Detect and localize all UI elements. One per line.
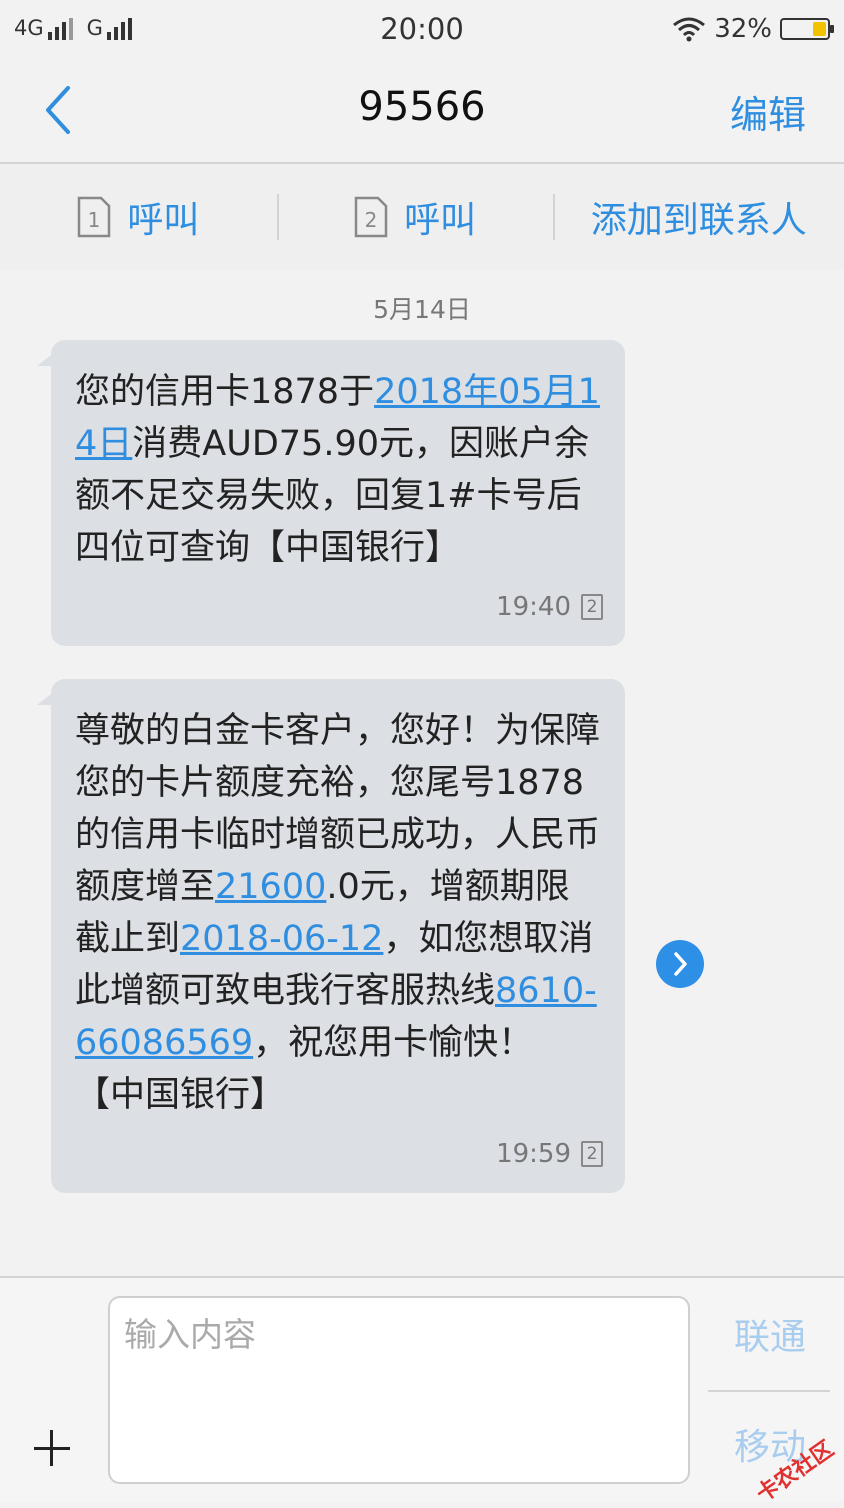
message-meta: 19:59 2 bbox=[75, 1139, 603, 1169]
message-bubble[interactable]: 您的信用卡1878于2018年05月14日消费AUD75.90元，因账户余额不足… bbox=[37, 340, 625, 646]
edit-button[interactable]: 编辑 bbox=[730, 84, 806, 139]
call-sim1-button[interactable]: 1 呼叫 bbox=[0, 164, 277, 270]
message-time: 19:40 bbox=[496, 592, 571, 622]
sim-card-icon: 2 bbox=[581, 594, 603, 620]
message-input[interactable]: 输入内容 bbox=[108, 1296, 690, 1484]
status-right: 32% bbox=[672, 14, 834, 44]
message-text: 您的信用卡1878于2018年05月14日消费AUD75.90元，因账户余额不足… bbox=[75, 372, 600, 568]
input-placeholder: 输入内容 bbox=[124, 1315, 256, 1354]
sim-card-icon: 2 bbox=[354, 196, 388, 238]
send-sim1-button[interactable]: 联通 bbox=[734, 1308, 806, 1360]
status-bar: 4G G 20:00 32% bbox=[0, 0, 844, 60]
message-time: 19:59 bbox=[496, 1139, 571, 1169]
wifi-icon bbox=[673, 17, 706, 42]
sim-card-icon: 1 bbox=[78, 196, 111, 238]
svg-text:1: 1 bbox=[88, 208, 101, 232]
date-link[interactable]: 2018-06-12 bbox=[180, 919, 383, 959]
title-bar: 95566 编辑 bbox=[0, 60, 844, 164]
chevron-right-icon bbox=[674, 952, 687, 976]
composer: 输入内容 联通 移动 卡农社区 bbox=[0, 1276, 844, 1508]
call-sim2-button[interactable]: 2 呼叫 bbox=[276, 164, 554, 270]
forward-button[interactable] bbox=[656, 940, 704, 988]
battery-percent: 32% bbox=[714, 14, 772, 44]
page-title: 95566 bbox=[358, 84, 486, 130]
add-contact-label: 添加到联系人 bbox=[590, 200, 807, 241]
date-separator: 5月14日 bbox=[373, 295, 471, 324]
divider bbox=[708, 1390, 830, 1392]
call-label: 呼叫 bbox=[127, 200, 200, 241]
call-label: 呼叫 bbox=[404, 200, 477, 241]
add-contact-button[interactable]: 添加到联系人 bbox=[553, 164, 844, 270]
amount-link[interactable]: 21600 bbox=[215, 867, 326, 907]
message-bubble[interactable]: 尊敬的白金卡客户，您好！为保障您的卡片额度充裕，您尾号1878的信用卡临时增额已… bbox=[37, 679, 625, 1193]
action-row: 1 呼叫 2 呼叫 添加到联系人 bbox=[0, 164, 844, 270]
plus-icon[interactable] bbox=[34, 1428, 74, 1468]
sim-card-icon: 2 bbox=[581, 1141, 603, 1167]
message-meta: 19:40 2 bbox=[75, 592, 603, 622]
battery-icon bbox=[780, 18, 834, 40]
message-text: 尊敬的白金卡客户，您好！为保障您的卡片额度充裕，您尾号1878的信用卡临时增额已… bbox=[75, 711, 601, 1115]
svg-text:2: 2 bbox=[365, 208, 378, 232]
